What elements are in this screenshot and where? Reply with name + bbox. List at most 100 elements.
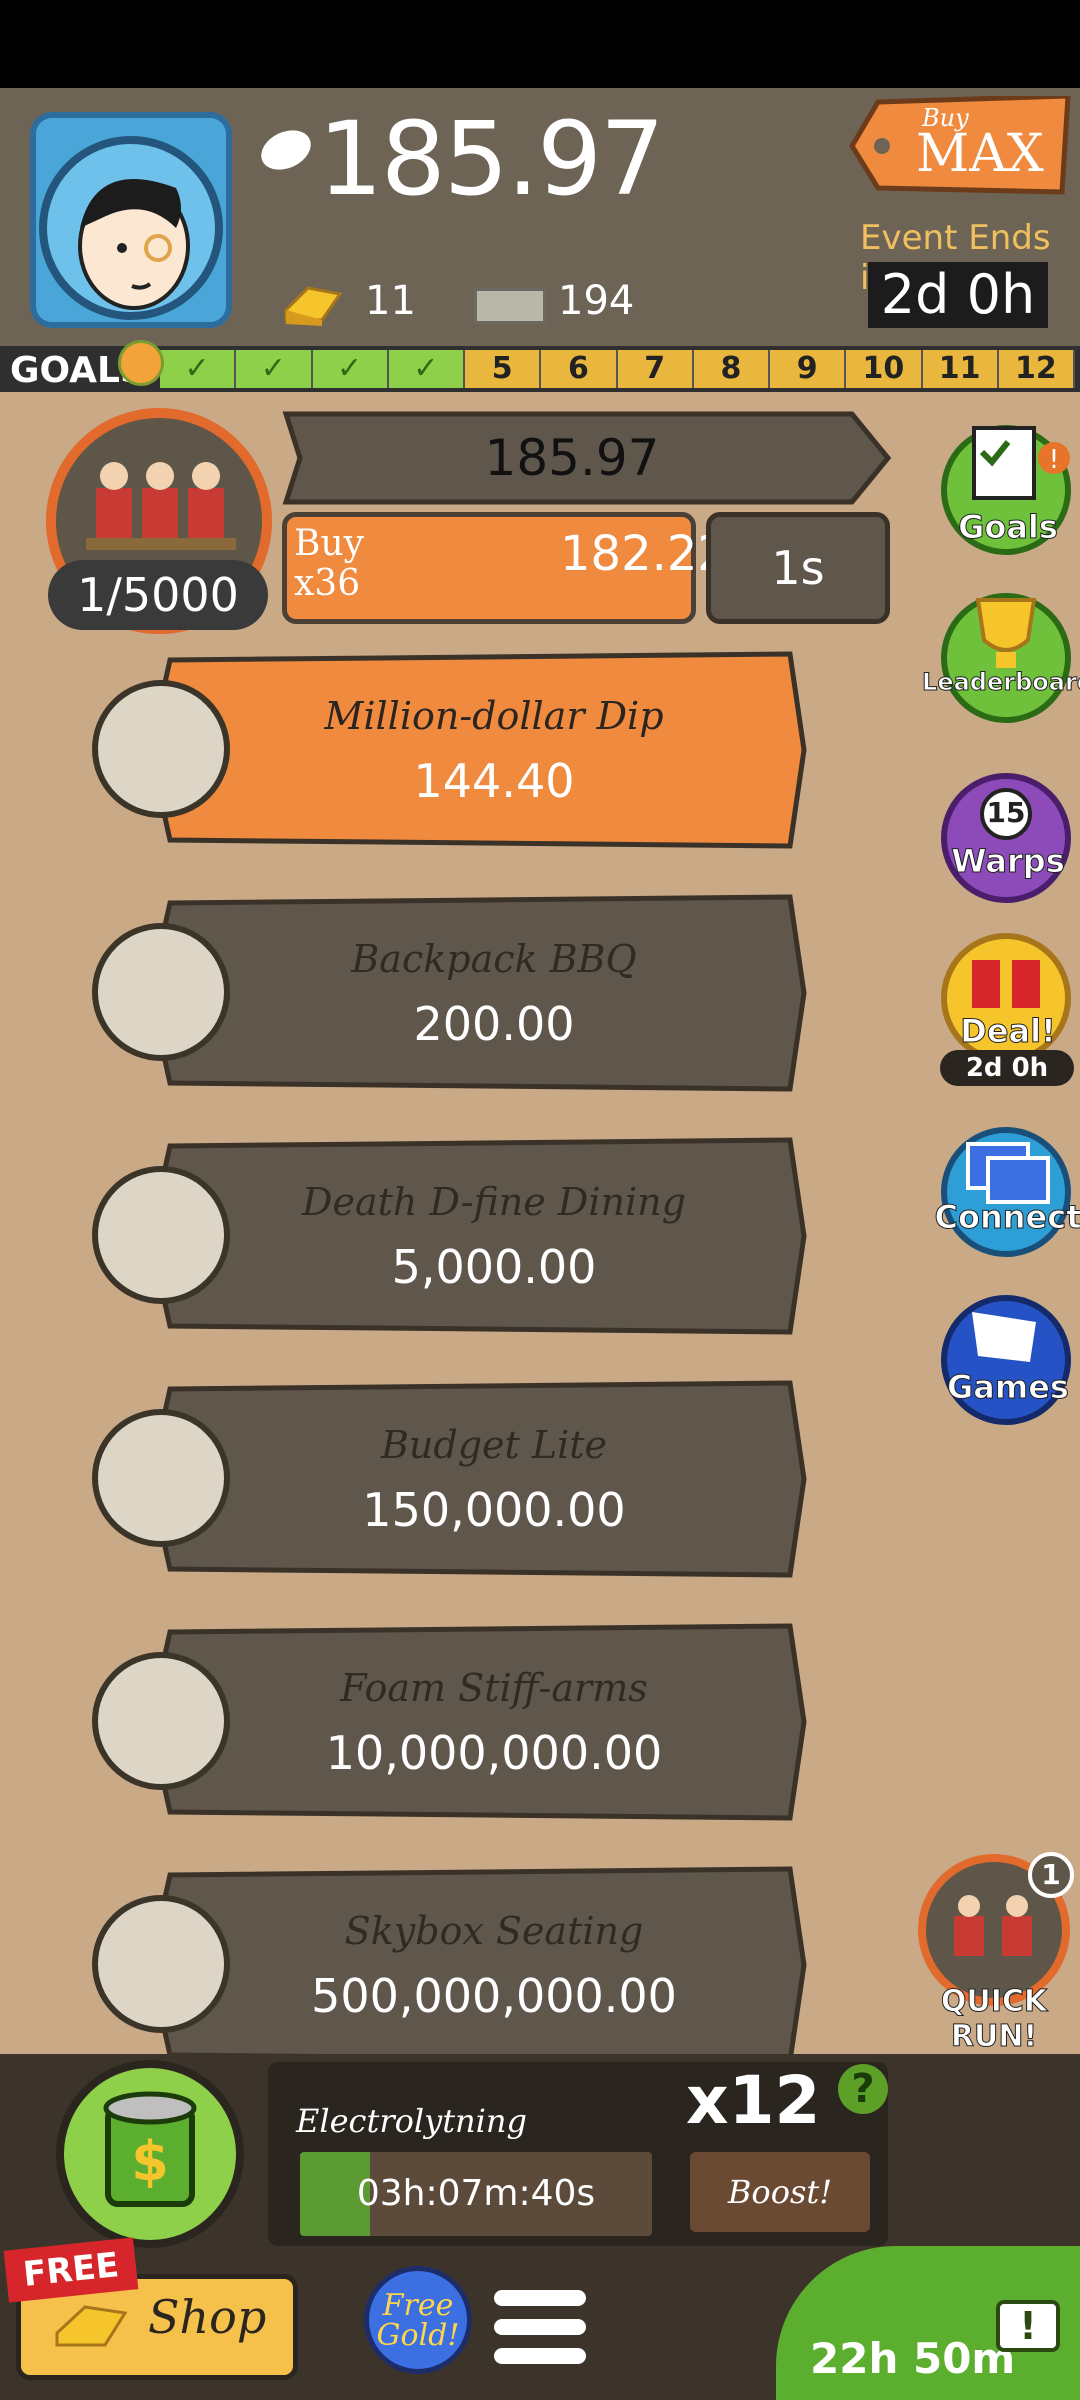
buy-max-label: MAX: [916, 124, 1044, 184]
money-total: 185.97: [318, 100, 665, 219]
cycle-timer[interactable]: 1s: [706, 512, 890, 624]
goal-step-7: 7: [618, 350, 694, 388]
goal-step-6: 6: [541, 350, 618, 388]
event-countdown: 2d 0h: [868, 262, 1048, 328]
goal-step-11: 11: [923, 350, 999, 388]
avatar[interactable]: [30, 112, 232, 328]
warps-side-button[interactable]: 15: [938, 770, 1074, 906]
connect-side-label: Connect: [934, 1198, 1080, 1237]
business-icon[interactable]: [92, 680, 230, 818]
business-banner: [150, 1137, 807, 1335]
business-icon[interactable]: [92, 1895, 230, 2033]
tv-countdown: 22h 50m: [810, 2334, 1016, 2383]
business-banner: [150, 894, 807, 1092]
business-name: Skybox Seating: [344, 1909, 644, 1953]
shop-label: Shop: [148, 2290, 267, 2344]
income-value: 185.97: [484, 429, 660, 487]
astronaut-avatar-icon: [39, 136, 223, 320]
goals-side-label: Goals: [958, 508, 1059, 547]
warp-clock-icon: [941, 773, 1071, 903]
help-icon[interactable]: ?: [838, 2064, 888, 2114]
trophy-icon: [941, 593, 1071, 723]
goal-step-10: 10: [846, 350, 923, 388]
boost-button[interactable]: Boost!: [686, 2148, 874, 2236]
goal-step-5: 5: [465, 350, 542, 388]
gold-shop-icon: [55, 2305, 128, 2347]
gold-count: 11: [365, 278, 416, 324]
business-value: 150,000.00: [362, 1483, 626, 1537]
business-row[interactable]: Death D-fine Dining 5,000.00: [0, 1136, 820, 1336]
gold-bar-icon: [284, 286, 343, 326]
business-banner-shape: [150, 651, 807, 849]
goal-step-8: 8: [694, 350, 770, 388]
business-value: 200.00: [413, 997, 575, 1051]
free-gold-line2: Gold!: [376, 2318, 460, 2353]
boost-timer: 03h:07m:40s: [296, 2148, 656, 2240]
business-banner-shape: [150, 1380, 807, 1578]
cooler-button[interactable]: $: [56, 2060, 244, 2248]
warps-side-label: Warps: [951, 842, 1065, 881]
boost-timer-text: 03h:07m:40s: [356, 2173, 596, 2214]
quick-run-badge: 1: [1028, 1852, 1074, 1898]
business-banner-shape: [150, 1137, 807, 1335]
business-banner-shape: [150, 1866, 807, 2064]
business-row[interactable]: Budget Lite 150,000.00: [0, 1379, 820, 1579]
games-side-label: Games: [947, 1368, 1070, 1407]
buy-crew-price: 182.22: [560, 526, 728, 582]
goal-step-3: ✓: [312, 350, 389, 388]
megabucks-count: 194: [558, 278, 635, 324]
business-name: Death D-fine Dining: [302, 1180, 686, 1224]
business-banner: [150, 651, 807, 849]
games-side-button[interactable]: [938, 1292, 1074, 1428]
warps-count: 15: [986, 796, 1026, 829]
gift-icon: [118, 340, 164, 386]
business-row[interactable]: Skybox Seating 500,000,000.00: [0, 1865, 820, 2065]
business-banner-shape: [150, 894, 807, 1092]
business-row[interactable]: Backpack BBQ 200.00: [0, 893, 820, 1093]
goal-step-4: ✓: [388, 350, 465, 388]
cooler-icon: $: [103, 2091, 197, 2207]
goals-track: ✓ ✓ ✓ ✓ 5 6 7 8 9 10 11 12: [160, 350, 1075, 388]
business-icon[interactable]: [92, 1166, 230, 1304]
business-row[interactable]: Million-dollar Dip 144.40: [0, 650, 820, 850]
free-gold-line1: Free: [382, 2288, 454, 2323]
business-banner: [150, 1866, 807, 2064]
free-gold-button[interactable]: Free Gold!: [364, 2266, 472, 2374]
goal-step-1: ✓: [160, 350, 237, 388]
business-value: 5,000.00: [391, 1240, 597, 1294]
boost-title: Electrolytning: [296, 2102, 527, 2140]
crew-count: 1/5000: [48, 560, 268, 630]
hamburger-menu-icon[interactable]: [490, 2284, 590, 2370]
quick-run-label: QUICK RUN!: [940, 1984, 1048, 2055]
business-banner: [150, 1380, 807, 1578]
megabucks-icon: [474, 288, 546, 324]
business-value: 144.40: [413, 754, 575, 808]
svg-text:!: !: [1049, 445, 1059, 475]
connect-side-button[interactable]: [938, 1124, 1074, 1260]
business-row[interactable]: Foam Stiff-arms 10,000,000.00: [0, 1622, 820, 1822]
boost-multiplier: x12: [686, 2062, 821, 2139]
games-icon: [941, 1295, 1071, 1425]
goal-step-12: 12: [999, 350, 1075, 388]
buy-crew-label: Buy x36: [294, 524, 364, 604]
deal-countdown: 2d 0h: [940, 1050, 1074, 1086]
business-name: Backpack BBQ: [351, 937, 637, 981]
status-bar: [0, 0, 1080, 88]
business-banner-shape: [150, 1623, 807, 1821]
goal-step-2: ✓: [236, 350, 313, 388]
cards-connect-icon: [941, 1127, 1071, 1257]
business-icon[interactable]: [92, 1409, 230, 1547]
business-icon[interactable]: [92, 923, 230, 1061]
leaderboard-side-label: Leaderboard: [922, 668, 1080, 697]
business-banner: [150, 1623, 807, 1821]
deal-side-label: Deal!: [960, 1012, 1056, 1051]
business-name: Foam Stiff-arms: [340, 1666, 648, 1710]
tv-icon[interactable]: !: [996, 2300, 1060, 2352]
leaderboard-side-button[interactable]: [938, 590, 1074, 726]
business-icon[interactable]: [92, 1652, 230, 1790]
business-name: Budget Lite: [380, 1423, 608, 1467]
buy-crew-qty: x36: [294, 563, 361, 604]
buy-crew-label-text: Buy: [294, 523, 364, 564]
buy-max-button[interactable]: Buy MAX: [848, 93, 1073, 196]
business-value: 10,000,000.00: [325, 1726, 663, 1780]
